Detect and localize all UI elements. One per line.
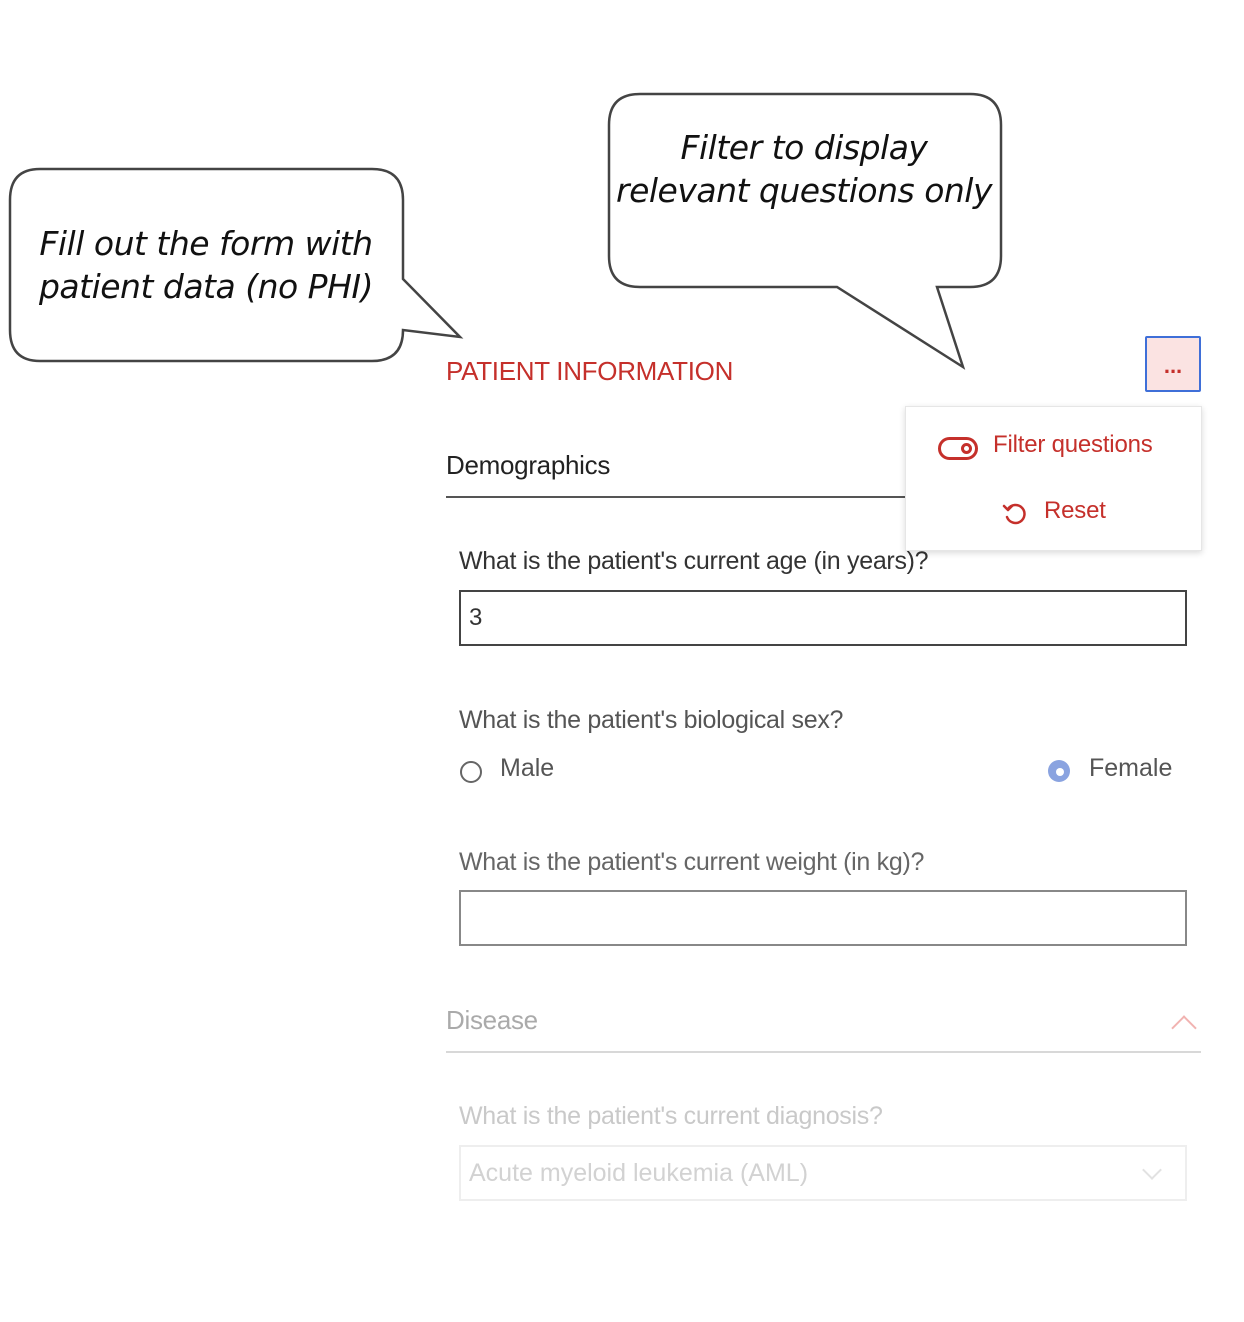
- radio-female[interactable]: [1048, 760, 1070, 782]
- section-title: PATIENT INFORMATION: [446, 356, 734, 386]
- weight-question: What is the patient's current weight (in…: [459, 848, 925, 876]
- sex-question: What is the patient's biological sex?: [459, 706, 844, 734]
- toggle-icon: [938, 437, 978, 460]
- menu-item-reset[interactable]: Reset: [1044, 497, 1106, 525]
- chevron-down-icon: [1142, 1160, 1162, 1180]
- disease-header[interactable]: Disease: [446, 1005, 1201, 1053]
- options-menu: Filter questions Reset: [905, 406, 1202, 551]
- menu-item-filter-questions[interactable]: Filter questions: [993, 431, 1153, 459]
- callout-right-text: Filter to display relevant questions onl…: [616, 128, 993, 210]
- weight-input[interactable]: [459, 890, 1187, 946]
- radio-male[interactable]: [460, 761, 482, 783]
- chevron-up-icon[interactable]: [1171, 1015, 1197, 1041]
- more-options-button[interactable]: ...: [1145, 336, 1201, 392]
- radio-male-label[interactable]: Male: [500, 754, 554, 783]
- diagnosis-question: What is the patient's current diagnosis?: [459, 1102, 883, 1130]
- disease-title: Disease: [446, 1005, 538, 1035]
- callout-left-text: Fill out the form with patient data (no …: [38, 224, 374, 306]
- age-question: What is the patient's current age (in ye…: [459, 547, 929, 575]
- age-input[interactable]: 3: [459, 590, 1187, 646]
- diagnosis-select[interactable]: Acute myeloid leukemia (AML): [459, 1145, 1187, 1201]
- demographics-title: Demographics: [446, 450, 611, 480]
- diagnosis-value: Acute myeloid leukemia (AML): [469, 1159, 809, 1187]
- reset-icon: [1002, 503, 1026, 525]
- radio-female-label[interactable]: Female: [1089, 754, 1172, 783]
